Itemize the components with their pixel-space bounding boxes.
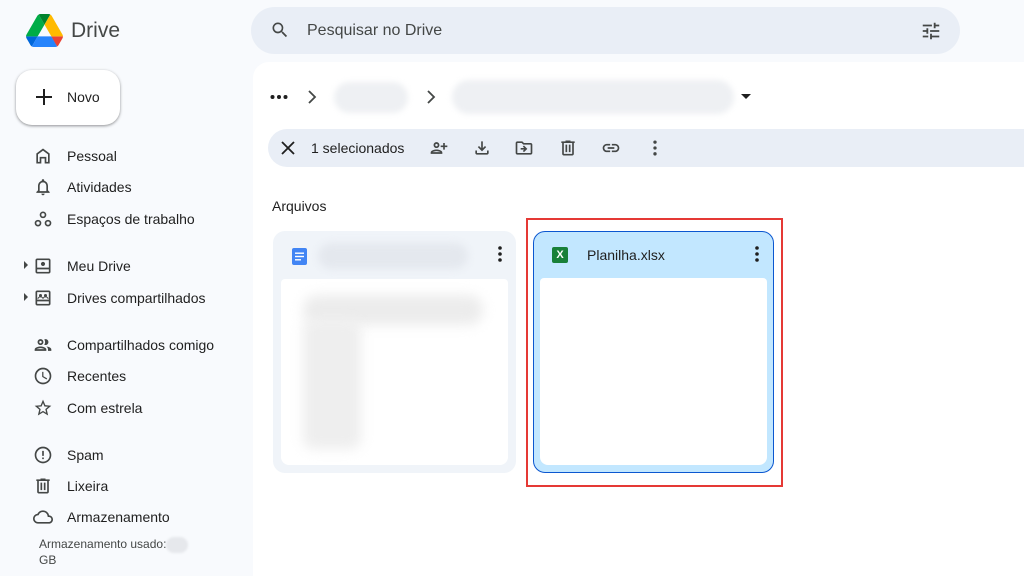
sidebar-item-label: Espaços de trabalho	[67, 211, 195, 227]
share-icon[interactable]	[429, 138, 449, 158]
sidebar-item-atividades[interactable]: Atividades	[0, 173, 240, 201]
move-to-folder-icon[interactable]	[514, 138, 534, 158]
clock-icon	[34, 367, 52, 385]
workspaces-icon	[34, 211, 52, 227]
dropdown-arrow-icon[interactable]	[741, 94, 751, 99]
file-card[interactable]	[273, 231, 516, 473]
storage-label: Armazenamento usado:	[39, 537, 167, 552]
selection-count: 1 selecionados	[311, 140, 405, 156]
more-horiz-icon[interactable]	[270, 94, 288, 100]
storage-usage: Armazenamento usado: GB	[39, 537, 189, 567]
download-icon[interactable]	[472, 138, 492, 158]
sidebar-item-compartilhados-comigo[interactable]: Compartilhados comigo	[0, 331, 240, 359]
sidebar-item-spam[interactable]: Spam	[0, 441, 240, 469]
more-vert-icon[interactable]	[755, 246, 759, 262]
link-icon[interactable]	[601, 138, 621, 158]
sidebar-item-com-estrela[interactable]: Com estrela	[0, 394, 240, 422]
sidebar-item-pessoal[interactable]: Pessoal	[0, 142, 240, 170]
search-icon[interactable]	[270, 20, 290, 40]
file-name-redacted	[318, 243, 468, 269]
close-icon[interactable]	[281, 141, 295, 155]
delete-icon[interactable]	[558, 138, 578, 158]
star-icon	[34, 399, 52, 416]
sidebar-item-meu-drive[interactable]: Meu Drive	[0, 252, 240, 280]
search-filter-icon[interactable]	[920, 20, 942, 42]
sidebar-item-label: Spam	[67, 447, 104, 463]
trash-icon	[36, 478, 50, 494]
selection-toolbar: 1 selecionados	[268, 129, 1024, 167]
breadcrumb-current-redacted[interactable]	[452, 80, 734, 114]
excel-file-icon: X	[552, 247, 568, 263]
sidebar-item-label: Recentes	[67, 368, 127, 384]
chevron-right-icon	[308, 90, 317, 104]
chevron-right-icon	[427, 90, 436, 104]
storage-value-redacted	[166, 537, 189, 553]
file-name: Planilha.xlsx	[587, 247, 665, 263]
sidebar-item-drives-compartilhados[interactable]: Drives compartilhados	[0, 284, 240, 312]
file-thumbnail	[281, 279, 508, 465]
more-vert-icon[interactable]	[645, 138, 665, 158]
sidebar-item-label: Armazenamento	[67, 509, 170, 525]
new-button-label: Novo	[67, 89, 100, 105]
storage-unit: GB	[39, 553, 57, 567]
home-icon	[36, 148, 50, 164]
shared-drives-icon	[35, 290, 51, 306]
google-docs-icon	[292, 248, 307, 265]
more-vert-icon[interactable]	[498, 246, 502, 262]
file-card-selected[interactable]: X Planilha.xlsx	[533, 231, 774, 473]
new-button[interactable]: Novo	[16, 70, 120, 125]
file-thumbnail	[540, 278, 767, 465]
search-input[interactable]: Pesquisar no Drive	[307, 22, 442, 40]
cloud-icon	[33, 510, 53, 524]
sidebar-item-label: Meu Drive	[67, 258, 131, 274]
sidebar-item-label: Com estrela	[67, 400, 143, 416]
sidebar-item-label: Drives compartilhados	[67, 290, 206, 306]
people-icon	[34, 339, 52, 351]
sidebar-item-recentes[interactable]: Recentes	[0, 362, 240, 390]
sidebar-item-lixeira[interactable]: Lixeira	[0, 472, 240, 500]
section-title-arquivos: Arquivos	[272, 198, 327, 214]
sidebar-item-espacos[interactable]: Espaços de trabalho	[0, 205, 240, 233]
app-name: Drive	[71, 18, 121, 42]
search-bar[interactable]: Pesquisar no Drive	[251, 7, 960, 54]
sidebar-item-label: Compartilhados comigo	[67, 337, 215, 353]
bell-icon	[36, 179, 50, 196]
sidebar-item-label: Pessoal	[67, 148, 117, 164]
plus-icon	[36, 89, 52, 105]
sidebar-item-armazenamento[interactable]: Armazenamento	[0, 503, 240, 531]
drive-logo[interactable]: Drive	[26, 14, 120, 47]
expand-caret-icon[interactable]	[24, 293, 28, 301]
expand-caret-icon[interactable]	[24, 261, 28, 269]
sidebar-item-label: Atividades	[67, 179, 132, 195]
my-drive-icon	[35, 258, 51, 274]
thumbnail-redacted	[303, 319, 361, 449]
sidebar-item-label: Lixeira	[67, 478, 109, 494]
breadcrumb-item-redacted[interactable]	[334, 82, 408, 113]
drive-logo-icon	[26, 14, 63, 47]
spam-icon	[34, 446, 52, 464]
